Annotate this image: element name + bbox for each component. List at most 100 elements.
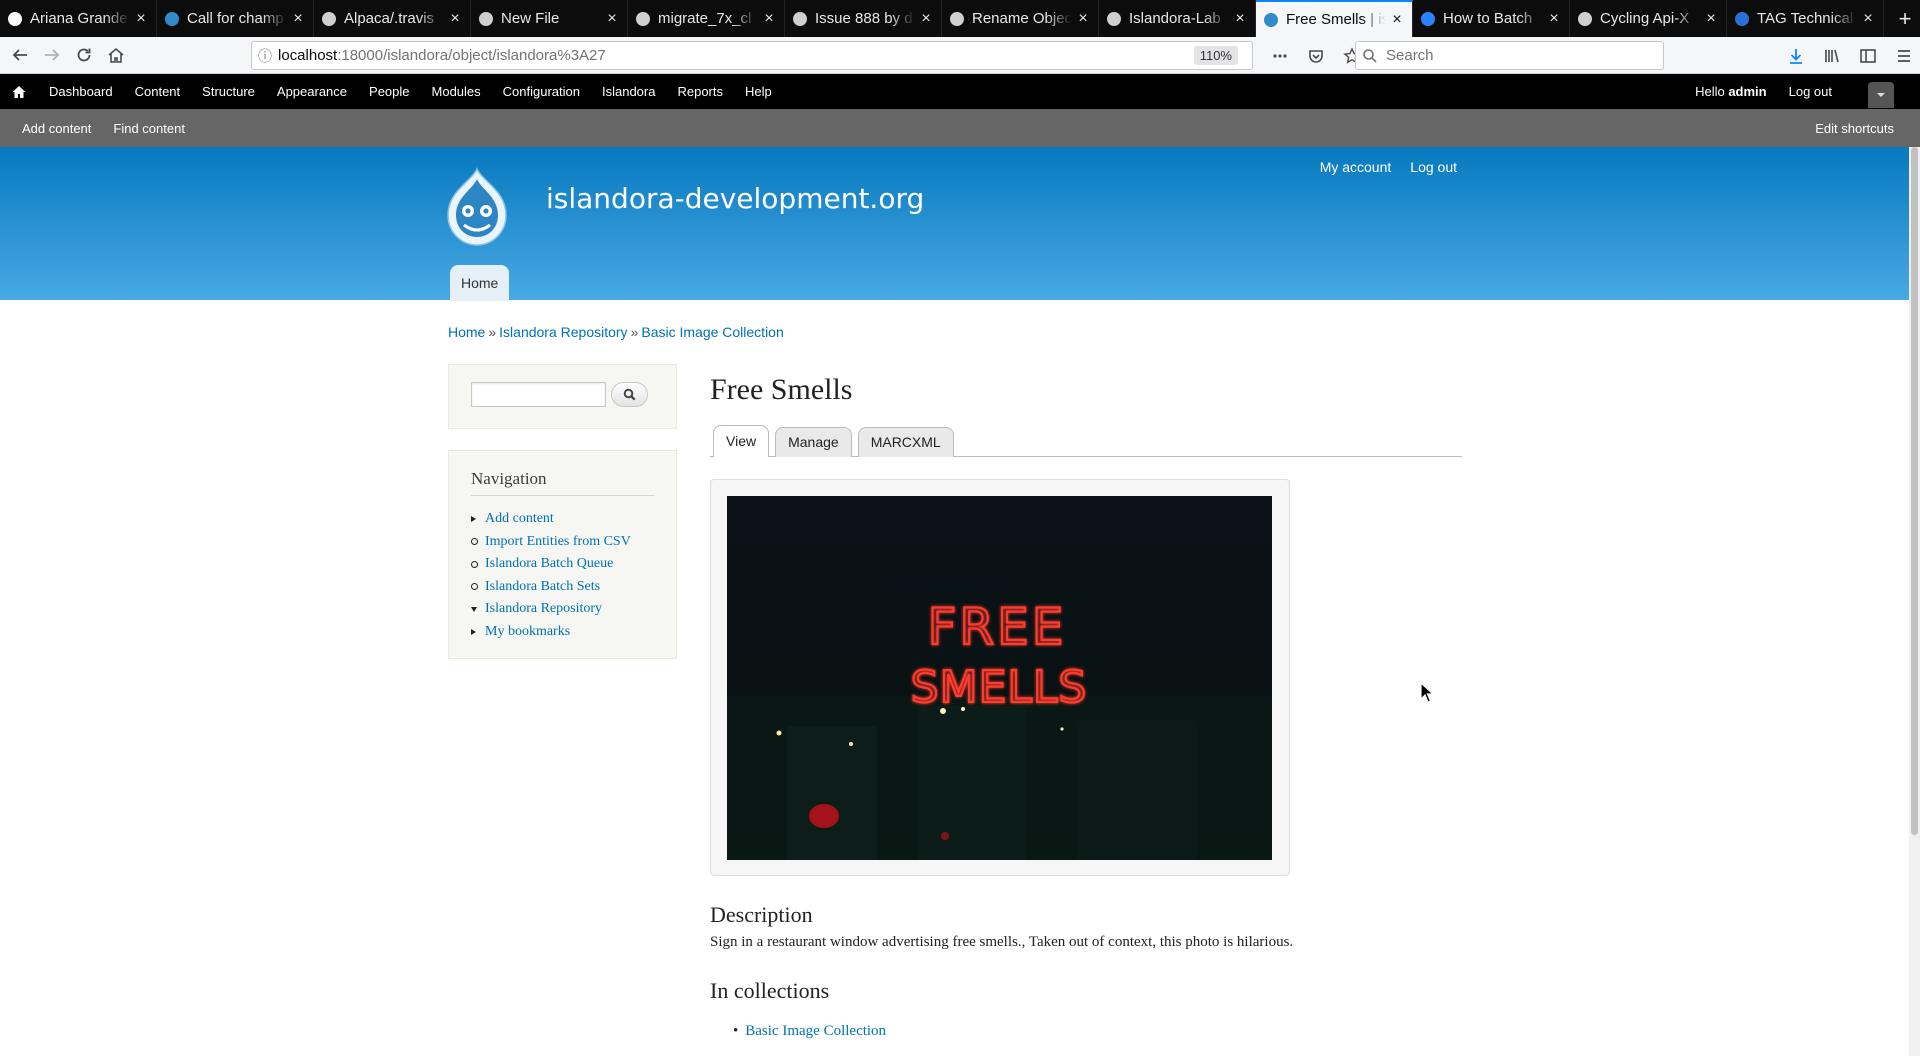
browser-tab[interactable]: Cycling Api-X × [1570,0,1727,37]
breadcrumb-link[interactable]: Islandora Repository [499,324,627,340]
tab-close-icon[interactable]: × [1547,10,1561,28]
browser-tab[interactable]: Issue 888 by d × [785,0,942,37]
secondary-menu-link[interactable]: My account [1320,159,1392,175]
navigation-link[interactable]: Islandora Batch Queue [485,556,613,572]
admin-menu-item[interactable]: People [358,84,420,99]
browser-tab[interactable]: New File × [471,0,628,37]
tab-favicon-icon [1735,11,1749,26]
collection-link[interactable]: Basic Image Collection [745,1023,886,1039]
forward-button[interactable] [36,40,68,70]
pocket-button[interactable] [1300,41,1332,71]
browser-search-input[interactable]: Search [1355,41,1664,70]
reload-button[interactable] [68,40,100,70]
neon-text-line2: SMELLS [911,662,1088,713]
admin-menu-item[interactable]: Appearance [266,84,358,99]
tab-close-icon[interactable]: × [1390,11,1404,29]
hamburger-menu-button[interactable] [1888,41,1920,71]
tab-view[interactable]: View [713,425,770,457]
navigation-link[interactable]: Islandora Batch Sets [485,579,600,595]
zoom-indicator[interactable]: 110% [1193,46,1238,65]
admin-home-link[interactable] [0,85,38,99]
admin-greeting: Hello admin [1695,84,1767,99]
tab-close-icon[interactable]: × [762,10,776,28]
scrollbar-thumb[interactable] [1911,147,1918,835]
new-tab-button[interactable]: + [1890,0,1920,37]
shortcut-link[interactable]: Add content [0,121,102,136]
tab-title: Rename Objec [972,10,1072,27]
tab-marcxml[interactable]: MARCXML [857,427,954,457]
sidebar-search-block [448,364,677,429]
tab-close-icon[interactable]: × [1076,10,1090,28]
breadcrumb-link[interactable]: Home [448,324,485,340]
browser-tab[interactable]: Alpaca/.travis × [314,0,471,37]
tab-close-icon[interactable]: × [134,10,148,28]
navigation-item: Import Entities from CSV [471,531,631,554]
url-host: localhost [278,47,338,64]
description-text: Sign in a restaurant window advertising … [710,934,1294,950]
tab-favicon-icon [1264,12,1278,27]
admin-menu-item[interactable]: Dashboard [38,84,124,99]
site-info-icon[interactable]: ⓘ [252,46,278,66]
bullet-circle-icon [471,561,485,568]
browser-right-tools [1780,41,1920,71]
tab-close-icon[interactable]: × [1861,10,1875,28]
url-path: :18000/islandora/object/islandora%3A27 [337,47,606,64]
browser-tab[interactable]: Ariana Grande × [0,0,157,37]
browser-tab[interactable]: migrate_7x_cl × [628,0,785,37]
library-button[interactable] [1816,41,1848,71]
back-button[interactable] [4,40,36,70]
admin-logout-link[interactable]: Log out [1789,84,1832,99]
tab-close-icon[interactable]: × [448,10,462,28]
browser-tab[interactable]: Rename Objec × [942,0,1099,37]
pocket-icon [1309,50,1323,63]
browser-tab[interactable]: Free Smells | is × [1256,0,1413,37]
admin-menu-item[interactable]: Content [124,84,192,99]
sidebar-icon [1860,49,1876,63]
tab-close-icon[interactable]: × [291,10,305,28]
home-icon [12,85,26,98]
edit-shortcuts-link[interactable]: Edit shortcuts [1815,121,1894,136]
main-menu-home[interactable]: Home [450,265,510,301]
admin-menu-item[interactable]: Help [734,84,783,99]
navigation-link[interactable]: Import Entities from CSV [485,534,631,550]
navigation-link[interactable]: Islandora Repository [485,601,602,617]
navigation-link[interactable]: My bookmarks [485,624,570,640]
drupal-logo[interactable] [444,167,510,247]
page-scrollbar[interactable] [1909,147,1920,1056]
home-icon [108,47,124,63]
shortcuts-toggle-button[interactable] [1868,82,1894,108]
sidebar-toggle-button[interactable] [1852,41,1884,71]
sidebar-search-input[interactable] [471,382,606,407]
home-button[interactable] [100,40,132,70]
navigation-link[interactable]: Add content [485,511,554,527]
navigation-title: Navigation [471,469,654,496]
admin-menu-item[interactable]: Modules [421,84,492,99]
page-actions-menu-button[interactable] [1264,41,1296,71]
tab-close-icon[interactable]: × [919,10,933,28]
secondary-menu-link[interactable]: Log out [1410,159,1457,175]
tab-close-icon[interactable]: × [605,10,619,28]
admin-menu-item[interactable]: Structure [191,84,266,99]
sidebar-search-button[interactable] [611,382,648,407]
tab-close-icon[interactable]: × [1233,10,1247,28]
browser-tab[interactable]: How to Batch × [1413,0,1570,37]
collapsed-triangle-icon [471,516,485,522]
browser-tab[interactable]: Call for champ × [157,0,314,37]
search-icon [1363,48,1377,63]
shortcut-link[interactable]: Find content [102,121,196,136]
admin-menu-item[interactable]: Configuration [492,84,591,99]
tab-title: Free Smells | is [1286,11,1386,28]
object-image[interactable]: FREE SMELLS [727,496,1272,860]
collection-item: Basic Image Collection [733,1023,886,1040]
url-bar[interactable]: ⓘ localhost:18000/islandora/object/islan… [251,41,1253,70]
site-name[interactable]: islandora-development.org [546,182,924,215]
tab-close-icon[interactable]: × [1704,10,1718,28]
browser-tab[interactable]: TAG Technical × [1727,0,1884,37]
downloads-button[interactable] [1780,41,1812,71]
admin-menu-item[interactable]: Reports [666,84,734,99]
browser-tab[interactable]: Islandora-Lab × [1099,0,1256,37]
admin-menu-item[interactable]: Islandora [591,84,666,99]
collections-list: Basic Image Collection [733,1023,886,1040]
breadcrumb-link[interactable]: Basic Image Collection [641,324,783,340]
tab-manage[interactable]: Manage [775,427,852,457]
